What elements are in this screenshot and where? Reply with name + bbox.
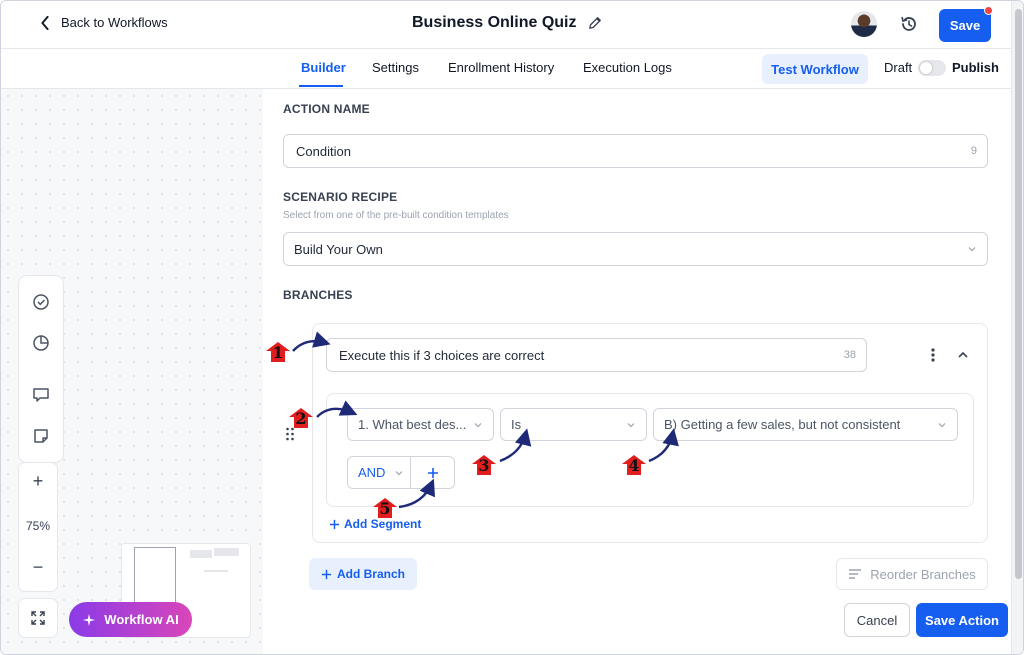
annotation-badge: 5 bbox=[372, 497, 398, 519]
badge-number: 1 bbox=[272, 343, 284, 362]
annotation-arrow-1 bbox=[292, 331, 331, 352]
badge-number: 3 bbox=[478, 456, 490, 475]
annotation-arrow-4 bbox=[648, 428, 679, 463]
badge-number: 5 bbox=[379, 499, 391, 518]
badge-number: 2 bbox=[295, 409, 307, 428]
annotation-arrow-5 bbox=[398, 478, 435, 509]
annotation-arrow-2 bbox=[316, 400, 358, 418]
scroll-thumb[interactable] bbox=[1015, 9, 1022, 579]
annotation-badge: 2 bbox=[288, 407, 314, 429]
annotation-badge: 3 bbox=[471, 454, 497, 476]
app-window: Back to Workflows Business Online Quiz S… bbox=[0, 0, 1024, 655]
annotation-arrow-3 bbox=[499, 428, 532, 463]
annotation-badge: 1 bbox=[265, 341, 291, 363]
annotation-badge: 4 bbox=[621, 454, 647, 476]
page-scrollbar[interactable] bbox=[1011, 1, 1023, 654]
annotation-arrows bbox=[292, 331, 679, 509]
badge-number: 4 bbox=[628, 456, 640, 475]
